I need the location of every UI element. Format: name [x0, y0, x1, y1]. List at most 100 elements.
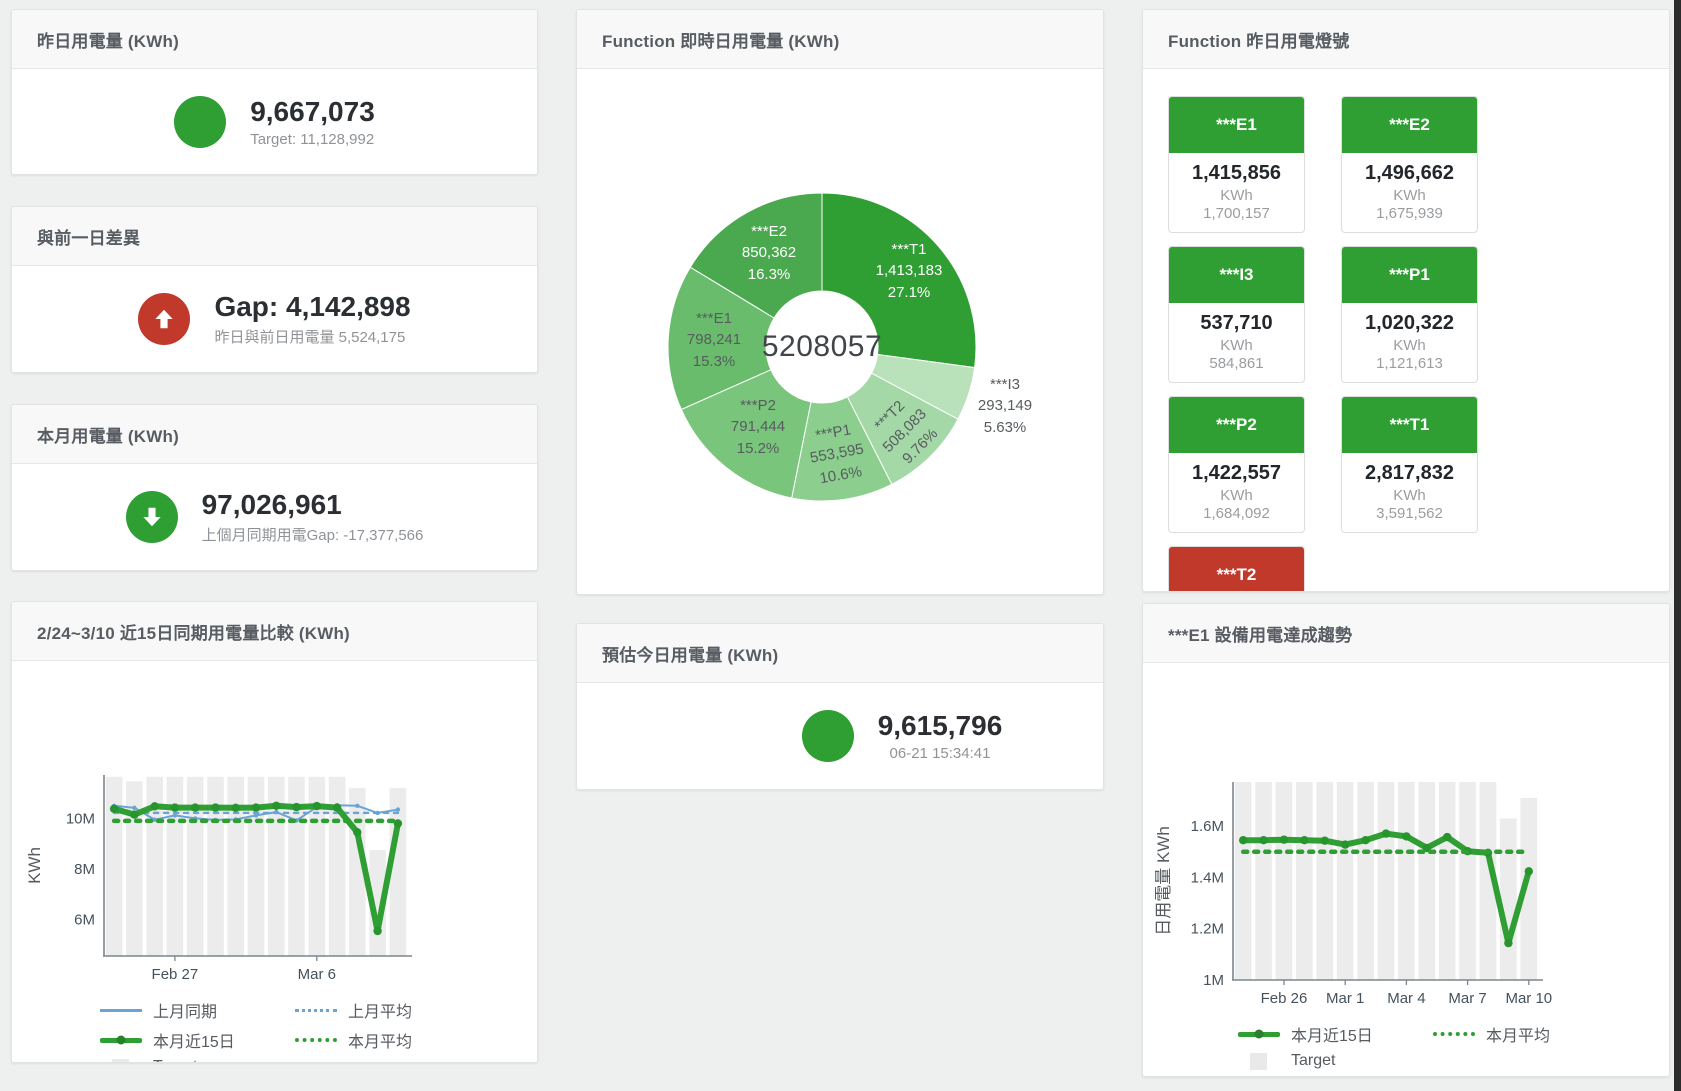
- legend-item[interactable]: 本月近15日: [1238, 1022, 1433, 1046]
- card-title: 2/24~3/10 近15日同期用電量比較 (KWh): [12, 602, 537, 661]
- right-column: Function 昨日用電燈號 ***E11,415,856KWh1,700,1…: [1142, 0, 1670, 1077]
- device-tile-unit: KWh: [1342, 487, 1477, 504]
- e1-chart-legend: 本月近15日 本月平均 Target: [1238, 1022, 1669, 1070]
- svg-text:KWh: KWh: [25, 847, 44, 884]
- legend-label: 上月同期: [153, 998, 217, 1022]
- card-title: 本月用電量 (KWh): [12, 405, 537, 464]
- arrow-down-circle-icon: [126, 491, 178, 543]
- donut-slice-label-P2: ***P2791,44415.2%: [731, 395, 785, 459]
- card-title: 與前一日差異: [12, 207, 537, 266]
- legend-label: 本月平均: [348, 1028, 412, 1052]
- device-tile-value: 1,496,662: [1342, 162, 1477, 185]
- device-tile-target: 1,700,157: [1169, 205, 1304, 222]
- legend-item[interactable]: Target: [1238, 1052, 1433, 1070]
- svg-text:1.6M: 1.6M: [1191, 818, 1224, 835]
- device-tile-target: 1,121,613: [1342, 355, 1477, 372]
- donut-center-total: 5208057: [762, 330, 882, 364]
- metric-body: Gap: 4,142,898 昨日與前日用電量 5,524,175: [12, 266, 537, 372]
- metric-body: 97,026,961 上個月同期用電Gap: -17,377,566: [12, 464, 537, 570]
- legend-swatch-dotted: [295, 1009, 337, 1012]
- legend-label: 本月平均: [1486, 1022, 1550, 1046]
- svg-text:6M: 6M: [74, 911, 95, 928]
- device-tile-E1: ***E1 1,415,856 KWh1,700,157: [1168, 96, 1305, 233]
- svg-text:8M: 8M: [74, 861, 95, 878]
- device-tile-target: 1,675,939: [1342, 205, 1477, 222]
- device-tile-T2: ***T2955,212KWh762,358: [1168, 546, 1305, 592]
- card-title-text: 本月用電量 (KWh): [37, 422, 179, 447]
- svg-text:10M: 10M: [66, 810, 95, 827]
- metric-body: 9,667,073 Target: 11,128,992: [12, 69, 537, 175]
- compare-15day-chart[interactable]: 6M 8M 10M Feb 27 Mar 6 KWh: [12, 661, 538, 991]
- legend-swatch-thick: [1238, 1032, 1280, 1037]
- device-tile-P2: ***P21,422,557KWh1,684,092: [1168, 396, 1305, 533]
- e1-chart-body: 1M1.2M1.4M1.6MFeb 26Mar 1Mar 4Mar 7Mar 1…: [1143, 663, 1669, 1070]
- device-tile-unit: KWh: [1169, 187, 1304, 204]
- device-tile-unit: KWh: [1169, 487, 1304, 504]
- card-title-text: ***E1 設備用電達成趨勢: [1168, 621, 1352, 646]
- status-circle-icon: [802, 710, 854, 762]
- metric-value: 9,615,796: [878, 710, 1003, 742]
- svg-text:1.4M: 1.4M: [1191, 869, 1224, 886]
- legend-swatch-thick: [100, 1038, 142, 1043]
- legend-item[interactable]: 本月平均: [295, 1028, 537, 1052]
- card-title-text: Function 昨日用電燈號: [1168, 27, 1349, 52]
- arrow-up-circle-icon: [138, 293, 190, 345]
- device-tile-unit: KWh: [1169, 337, 1304, 354]
- legend-item[interactable]: 本月近15日: [100, 1028, 295, 1052]
- card-title: 預估今日用電量 (KWh): [577, 624, 1103, 683]
- card-title-text: 昨日用電量 (KWh): [37, 27, 179, 52]
- card-e1-trend-chart: ***E1 設備用電達成趨勢 1M 1.2M 1.4M 1.6M Feb 26 Mar 1…: [1142, 603, 1670, 1077]
- card-today-estimate: 預估今日用電量 (KWh) 9,615,796 06-21 15:34:41: [576, 623, 1104, 790]
- card-realtime-donut: Function 即時日用電量 (KWh) 5208057 ***T11,413…: [576, 9, 1104, 595]
- device-tile-target: 584,861: [1169, 355, 1304, 372]
- svg-text:Feb 27: Feb 27: [152, 966, 199, 983]
- legend-swatch-square: [112, 1059, 129, 1064]
- card-title-text: 與前一日差異: [37, 224, 140, 249]
- svg-text:Mar 10: Mar 10: [1505, 990, 1552, 1007]
- donut-slice-label-I3: ***I3293,1495.63%: [978, 374, 1032, 438]
- device-tile-unit: KWh: [1342, 187, 1477, 204]
- card-month-usage: 本月用電量 (KWh) 97,026,961 上個月同期用電Gap: -17,3…: [11, 404, 538, 571]
- realtime-donut-chart[interactable]: 5208057 ***T11,413,18327.1%***I3293,1495…: [577, 69, 1103, 595]
- metric-value: 97,026,961: [202, 489, 424, 521]
- compare-chart-body: 6M 8M 10M Feb 27 Mar 6 KWh 上月同期 上月平均本月近15日 本月平均…: [12, 661, 537, 1063]
- svg-text:Mar 1: Mar 1: [1326, 990, 1364, 1007]
- card-title-text: Function 即時日用電量 (KWh): [602, 27, 839, 52]
- card-title-text: 2/24~3/10 近15日同期用電量比較 (KWh): [37, 619, 350, 644]
- legend-label: Target: [153, 1058, 197, 1063]
- legend-item[interactable]: 上月同期: [100, 998, 295, 1022]
- legend-item[interactable]: Target: [100, 1058, 295, 1063]
- svg-text:Mar 4: Mar 4: [1387, 990, 1425, 1007]
- card-yesterday-usage: 昨日用電量 (KWh) 9,667,073 Target: 11,128,992: [11, 9, 538, 175]
- device-tile-P1: ***P11,020,322KWh1,121,613: [1341, 246, 1478, 383]
- device-tile-target: 1,684,092: [1169, 505, 1304, 522]
- legend-swatch-square: [1250, 1053, 1267, 1070]
- device-tile-header: ***T1: [1342, 397, 1477, 453]
- e1-trend-chart[interactable]: 1M1.2M1.4M1.6MFeb 26Mar 1Mar 4Mar 7Mar 1…: [1143, 663, 1670, 1013]
- svg-text:Mar 6: Mar 6: [298, 966, 336, 983]
- donut-slice-label-E2: ***E2850,36216.3%: [742, 221, 796, 285]
- metric-value: Gap: 4,142,898: [214, 291, 410, 323]
- scrollbar[interactable]: [1674, 0, 1681, 1091]
- device-tile-E2: ***E2 1,496,662 KWh1,675,939: [1341, 96, 1478, 233]
- device-tile-header: ***E2: [1342, 97, 1477, 153]
- svg-text:1.2M: 1.2M: [1191, 921, 1224, 938]
- status-circle-icon: [174, 96, 226, 148]
- legend-item[interactable]: 本月平均: [1433, 1022, 1669, 1046]
- device-tile-header: ***I3: [1169, 247, 1304, 303]
- device-tile-value: 2,817,832: [1342, 462, 1477, 485]
- device-tile-header: ***E1: [1169, 97, 1304, 153]
- svg-text:1M: 1M: [1203, 972, 1224, 989]
- device-tile-unit: KWh: [1342, 337, 1477, 354]
- metric-subtitle: 上個月同期用電Gap: -17,377,566: [202, 524, 424, 545]
- device-tile-value: 1,415,856: [1169, 162, 1304, 185]
- svg-text:Feb 26: Feb 26: [1261, 990, 1308, 1007]
- device-tile-T1: ***T12,817,832KWh3,591,562: [1341, 396, 1478, 533]
- device-tile-value: 1,422,557: [1169, 462, 1304, 485]
- device-tile-value: 1,020,322: [1342, 312, 1477, 335]
- legend-item[interactable]: 上月平均: [295, 998, 537, 1022]
- legend-swatch-dotted-thick: [1433, 1032, 1475, 1036]
- legend-label: 本月近15日: [1291, 1022, 1373, 1046]
- metric-subtitle: 昨日與前日用電量 5,524,175: [214, 326, 410, 347]
- donut-slice-label-P1: ***P1553,59510.6%: [805, 418, 870, 490]
